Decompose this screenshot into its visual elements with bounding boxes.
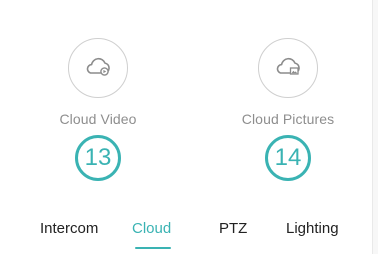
tab-intercom[interactable]: Intercom bbox=[40, 220, 98, 237]
cloud-pictures-feature: Cloud Pictures 14 bbox=[218, 38, 358, 181]
step-badge-14: 14 bbox=[265, 135, 311, 181]
cloud-pictures-label: Cloud Pictures bbox=[241, 111, 335, 127]
cloud-video-label: Cloud Video bbox=[59, 111, 137, 127]
cloud-panel: Cloud Video 13 Cloud Pictures 14 Interco… bbox=[0, 0, 372, 254]
cloud-video-feature: Cloud Video 13 bbox=[28, 38, 168, 181]
tab-bar: Intercom Cloud PTZ Lighting bbox=[0, 214, 372, 254]
cloud-pictures-button[interactable] bbox=[258, 38, 318, 98]
tab-cloud[interactable]: Cloud bbox=[132, 220, 171, 237]
tab-ptz[interactable]: PTZ bbox=[219, 220, 247, 237]
cloud-pictures-icon bbox=[273, 55, 303, 82]
right-edge-divider bbox=[372, 0, 378, 254]
tab-lighting[interactable]: Lighting bbox=[286, 220, 339, 237]
active-tab-indicator bbox=[135, 247, 171, 249]
cloud-video-button[interactable] bbox=[68, 38, 128, 98]
step-badge-13: 13 bbox=[75, 135, 121, 181]
cloud-video-icon bbox=[83, 55, 113, 82]
